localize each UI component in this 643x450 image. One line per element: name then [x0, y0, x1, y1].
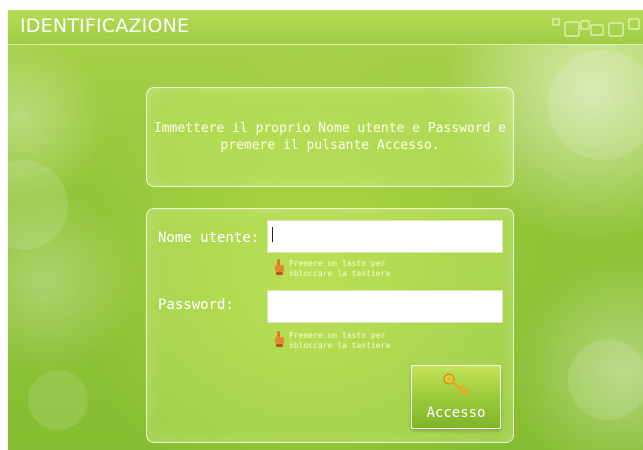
password-hint: Premere un tasto per sbloccare la tastie…	[289, 331, 390, 351]
hint-line: Premere un tasto per	[289, 259, 386, 268]
login-button-label: Accesso	[426, 405, 486, 421]
hint-line: sbloccare la tastiera	[289, 269, 391, 278]
pointing-hand-icon	[275, 331, 284, 347]
username-hint: Premere un tasto per sbloccare la tastie…	[289, 259, 390, 279]
login-form-panel: Nome utente: Premere un tasto per sblocc…	[146, 208, 514, 443]
bokeh-decoration	[8, 160, 68, 250]
username-label: Nome utente:	[158, 230, 260, 246]
text-caret	[272, 227, 273, 242]
window-decoration-icon	[552, 18, 640, 37]
instruction-text: Immettere il proprio Nome utente e Passw…	[147, 120, 513, 154]
hint-line: Premere un tasto per	[289, 331, 386, 340]
pointing-hand-icon	[275, 259, 284, 275]
bokeh-decoration	[548, 50, 643, 160]
password-label: Password:	[158, 297, 234, 313]
login-button[interactable]: Accesso	[411, 365, 501, 429]
login-screen: IDENTIFICAZIONE Immettere il proprio Nom…	[8, 10, 643, 450]
hint-line: sbloccare la tastiera	[289, 341, 391, 350]
key-icon	[443, 373, 468, 396]
password-input[interactable]	[267, 290, 503, 323]
username-input[interactable]	[267, 220, 503, 253]
instruction-panel: Immettere il proprio Nome utente e Passw…	[146, 87, 514, 187]
title-bar: IDENTIFICAZIONE	[8, 10, 643, 45]
instruction-line-1: Immettere il proprio Nome utente e Passw…	[153, 121, 507, 136]
window-title: IDENTIFICAZIONE	[20, 15, 190, 37]
instruction-line-2: premere il pulsante Accesso.	[220, 138, 440, 153]
bokeh-decoration	[28, 370, 88, 430]
bokeh-decoration	[568, 340, 643, 420]
